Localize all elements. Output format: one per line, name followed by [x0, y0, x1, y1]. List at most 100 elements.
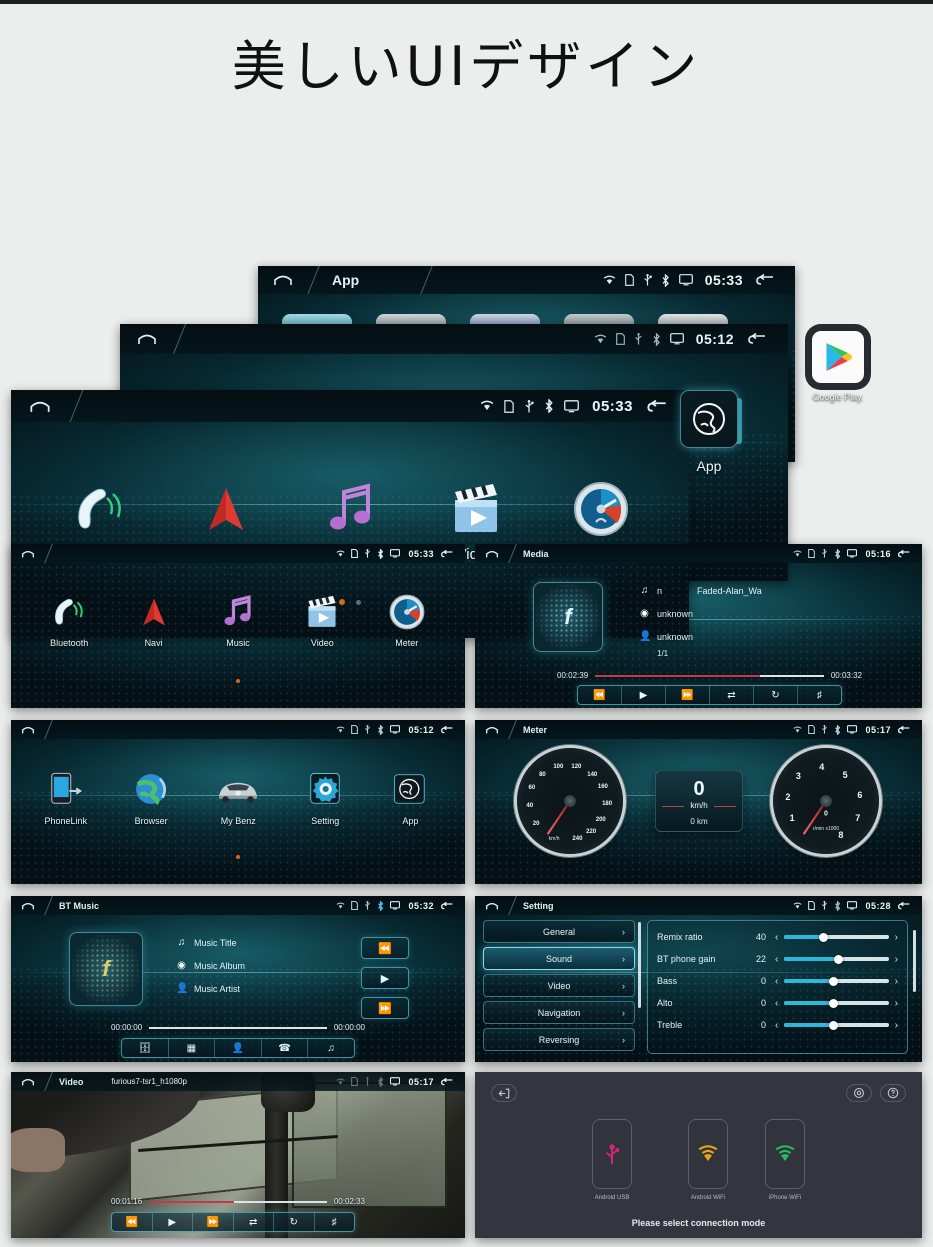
- home-button[interactable]: [11, 896, 53, 915]
- call-log-button[interactable]: ☎: [262, 1039, 309, 1057]
- home-button[interactable]: [120, 324, 187, 354]
- panel-media[interactable]: Media 05:16 f ♫ n Faded-Alan_Wa ◉ unknow…: [475, 544, 922, 708]
- back-button[interactable]: [891, 725, 917, 734]
- panel-bt-music[interactable]: BT Music 05:32 f ♫ Music Title ◉ Music A: [11, 896, 465, 1062]
- app-phonelink[interactable]: PhoneLink: [45, 768, 87, 826]
- contacts-button[interactable]: 👤: [215, 1039, 262, 1057]
- home-button[interactable]: [11, 390, 84, 422]
- home-button[interactable]: [11, 720, 53, 739]
- dialpad-copy-button[interactable]: 🗄: [122, 1039, 169, 1057]
- back-button[interactable]: [734, 333, 780, 345]
- repeat-button[interactable]: ↻: [754, 686, 798, 704]
- keypad-button[interactable]: ▦: [169, 1039, 216, 1057]
- app-shortcut[interactable]: App: [680, 390, 738, 474]
- prev-button[interactable]: ⏪: [578, 686, 622, 704]
- setting-slider[interactable]: [784, 1020, 889, 1030]
- app-video[interactable]: Video: [302, 592, 342, 648]
- back-button[interactable]: [434, 901, 460, 910]
- back-button[interactable]: [434, 549, 460, 558]
- mode-iphone-wifi[interactable]: [765, 1119, 805, 1189]
- increase-button[interactable]: ›: [895, 976, 898, 987]
- panel-video[interactable]: Video furious7-tsr1_h1080p 05:17 00:01:1…: [11, 1072, 465, 1238]
- app-music[interactable]: Music: [218, 592, 258, 648]
- decrease-button[interactable]: ‹: [775, 998, 778, 1009]
- back-button[interactable]: [633, 399, 681, 413]
- album-art[interactable]: f: [533, 582, 603, 652]
- prev-button[interactable]: ⏪: [112, 1213, 153, 1231]
- setting-slider[interactable]: [784, 954, 889, 964]
- progress-bar[interactable]: [149, 1200, 327, 1203]
- shuffle-button[interactable]: ⇄: [710, 686, 754, 704]
- settings-options-scrollbar[interactable]: [913, 930, 916, 992]
- music-button[interactable]: ♫: [308, 1039, 354, 1057]
- setting-slider[interactable]: [784, 976, 889, 986]
- setting-slider[interactable]: [784, 932, 889, 942]
- page-dot-active[interactable]: [236, 679, 240, 683]
- home-button[interactable]: [475, 720, 517, 739]
- settings-menu-item-reversing[interactable]: Reversing ›: [483, 1028, 635, 1051]
- mode-android-wifi[interactable]: [688, 1119, 728, 1189]
- app-mybenz[interactable]: My Benz: [215, 768, 261, 826]
- home-button[interactable]: [475, 896, 517, 915]
- slider-knob[interactable]: [834, 954, 844, 964]
- help-button[interactable]: [880, 1084, 906, 1102]
- settings-button[interactable]: [846, 1084, 872, 1102]
- panel-home2[interactable]: 05:12 PhoneLink Browser My Benz Setting …: [11, 720, 465, 884]
- app-setting[interactable]: Setting: [304, 768, 346, 826]
- panel-setting[interactable]: Setting 05:28 General › Sound › Video › …: [475, 896, 922, 1062]
- play-button[interactable]: ▶: [622, 686, 666, 704]
- increase-button[interactable]: ›: [895, 1020, 898, 1031]
- google-play-app-icon[interactable]: Google Play.: [812, 331, 864, 402]
- increase-button[interactable]: ›: [895, 998, 898, 1009]
- play-button[interactable]: ▶: [361, 967, 409, 989]
- repeat-button[interactable]: ↻: [274, 1213, 315, 1231]
- decrease-button[interactable]: ‹: [775, 954, 778, 965]
- play-button[interactable]: ▶: [153, 1213, 193, 1231]
- prev-button[interactable]: ⏪: [361, 937, 409, 959]
- slider-knob[interactable]: [828, 1020, 838, 1030]
- app-browser[interactable]: Browser: [130, 768, 172, 826]
- back-button[interactable]: [434, 725, 460, 734]
- home-button[interactable]: [475, 544, 517, 563]
- progress-bar[interactable]: [149, 1026, 327, 1029]
- next-button[interactable]: ⏩: [361, 997, 409, 1019]
- settings-menu-scrollbar[interactable]: [638, 922, 641, 1008]
- settings-menu-item-sound[interactable]: Sound ›: [483, 947, 635, 970]
- increase-button[interactable]: ›: [895, 932, 898, 943]
- exit-button[interactable]: [491, 1084, 517, 1102]
- back-button[interactable]: [891, 901, 917, 910]
- home-button[interactable]: [11, 544, 53, 563]
- back-button[interactable]: [891, 549, 917, 558]
- app-bluetooth[interactable]: Bluetooth: [49, 592, 89, 648]
- setting-slider[interactable]: [784, 998, 889, 1008]
- video-progress[interactable]: 00:01:16 00:02:33: [111, 1197, 365, 1206]
- playlist-button[interactable]: ♯: [798, 686, 841, 704]
- next-button[interactable]: ⏩: [193, 1213, 234, 1231]
- back-button[interactable]: [743, 274, 787, 286]
- app-navi[interactable]: Navi: [134, 592, 174, 648]
- home-button[interactable]: [258, 266, 320, 294]
- decrease-button[interactable]: ‹: [775, 976, 778, 987]
- increase-button[interactable]: ›: [895, 954, 898, 965]
- next-button[interactable]: ⏩: [666, 686, 710, 704]
- slider-knob[interactable]: [819, 932, 829, 942]
- album-art[interactable]: f: [69, 932, 143, 1006]
- btmusic-progress[interactable]: 00:00:00 00:00:00: [111, 1023, 365, 1032]
- mode-android-usb[interactable]: [592, 1119, 632, 1189]
- playlist-button[interactable]: ♯: [315, 1213, 355, 1231]
- decrease-button[interactable]: ‹: [775, 932, 778, 943]
- progress-bar[interactable]: [595, 674, 824, 677]
- settings-menu-item-general[interactable]: General ›: [483, 920, 635, 943]
- app-app[interactable]: App: [389, 768, 431, 826]
- app-meter[interactable]: Meter: [387, 592, 427, 648]
- home-button[interactable]: [11, 1072, 53, 1091]
- back-button[interactable]: [434, 1077, 460, 1086]
- settings-menu-item-navigation[interactable]: Navigation ›: [483, 1001, 635, 1024]
- media-progress[interactable]: 00:02:39 00:03:32: [557, 671, 862, 680]
- panel-meter[interactable]: Meter 05:17 20 40 60 80 100 120 140 160 …: [475, 720, 922, 884]
- decrease-button[interactable]: ‹: [775, 1020, 778, 1031]
- panel-connection-mode[interactable]: Android USB Android WiFi iPhone WiFi Ple…: [475, 1072, 922, 1238]
- page-dot-active[interactable]: [236, 855, 240, 859]
- slider-knob[interactable]: [828, 998, 838, 1008]
- shuffle-button[interactable]: ⇄: [234, 1213, 274, 1231]
